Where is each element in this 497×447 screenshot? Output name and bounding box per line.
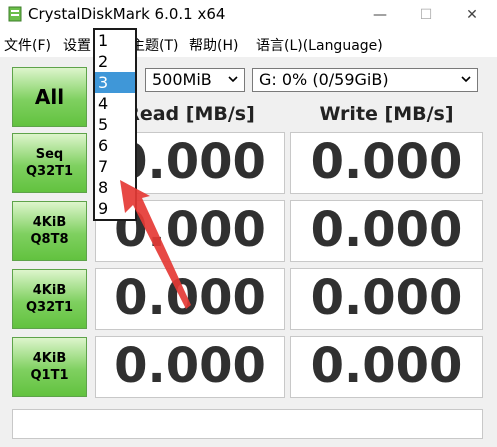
chevron-down-icon: [228, 76, 238, 83]
close-button[interactable]: ✕: [449, 0, 495, 30]
write-value: 0.000: [290, 268, 483, 330]
dropdown-option[interactable]: 8: [95, 177, 135, 198]
dropdown-option[interactable]: 9: [95, 198, 135, 219]
size-select[interactable]: 500MiB: [145, 68, 245, 92]
comment-field[interactable]: [12, 409, 483, 439]
write-value: 0.000: [290, 200, 483, 262]
dropdown-option[interactable]: 6: [95, 135, 135, 156]
drive-select[interactable]: G: 0% (0/59GiB): [252, 68, 478, 92]
test-button-4kib-q1t1[interactable]: 4KiB Q1T1: [12, 337, 87, 397]
test-label-line2: Q32T1: [25, 164, 74, 179]
app-icon: [8, 6, 22, 22]
test-label-line2: Q32T1: [25, 300, 74, 315]
minimize-button[interactable]: —: [357, 0, 403, 30]
test-button-4kib-q8t8[interactable]: 4KiB Q8T8: [12, 201, 87, 261]
test-label-line2: Q1T1: [30, 368, 69, 383]
read-value: 0.000: [95, 336, 285, 398]
test-button-4kib-q32t1[interactable]: 4KiB Q32T1: [12, 269, 87, 329]
write-value: 0.000: [290, 132, 483, 194]
dropdown-option[interactable]: 7: [95, 156, 135, 177]
dropdown-option-selected[interactable]: 3: [95, 72, 135, 93]
test-label-line1: Seq: [35, 147, 64, 162]
test-button-seq-q32t1[interactable]: Seq Q32T1: [12, 133, 87, 193]
menu-language[interactable]: 语言(L)(Language): [256, 35, 383, 55]
read-value: 0.000: [95, 268, 285, 330]
dropdown-option[interactable]: 4: [95, 93, 135, 114]
test-label-line1: 4KiB: [32, 215, 67, 230]
menu-settings[interactable]: 设置: [63, 35, 91, 55]
maximize-button[interactable]: ☐: [403, 0, 449, 30]
dropdown-option[interactable]: 2: [95, 51, 135, 72]
drive-select-value: G: 0% (0/59GiB): [259, 70, 389, 89]
test-label-line1: 4KiB: [32, 283, 67, 298]
write-header: Write [MB/s]: [319, 103, 454, 125]
menu-file[interactable]: 文件(F): [4, 35, 51, 55]
all-button[interactable]: All: [12, 67, 87, 127]
test-label-line2: Q8T8: [30, 232, 69, 247]
menu-help[interactable]: 帮助(H): [189, 35, 238, 55]
chevron-down-icon: [461, 76, 471, 83]
size-select-value: 500MiB: [152, 70, 212, 89]
dropdown-option[interactable]: 5: [95, 114, 135, 135]
menu-theme[interactable]: 主题(T): [131, 35, 178, 55]
dropdown-option[interactable]: 1: [95, 30, 135, 51]
test-label-line1: 4KiB: [32, 351, 67, 366]
write-value: 0.000: [290, 336, 483, 398]
window-title: CrystalDiskMark 6.0.1 x64: [28, 5, 226, 23]
